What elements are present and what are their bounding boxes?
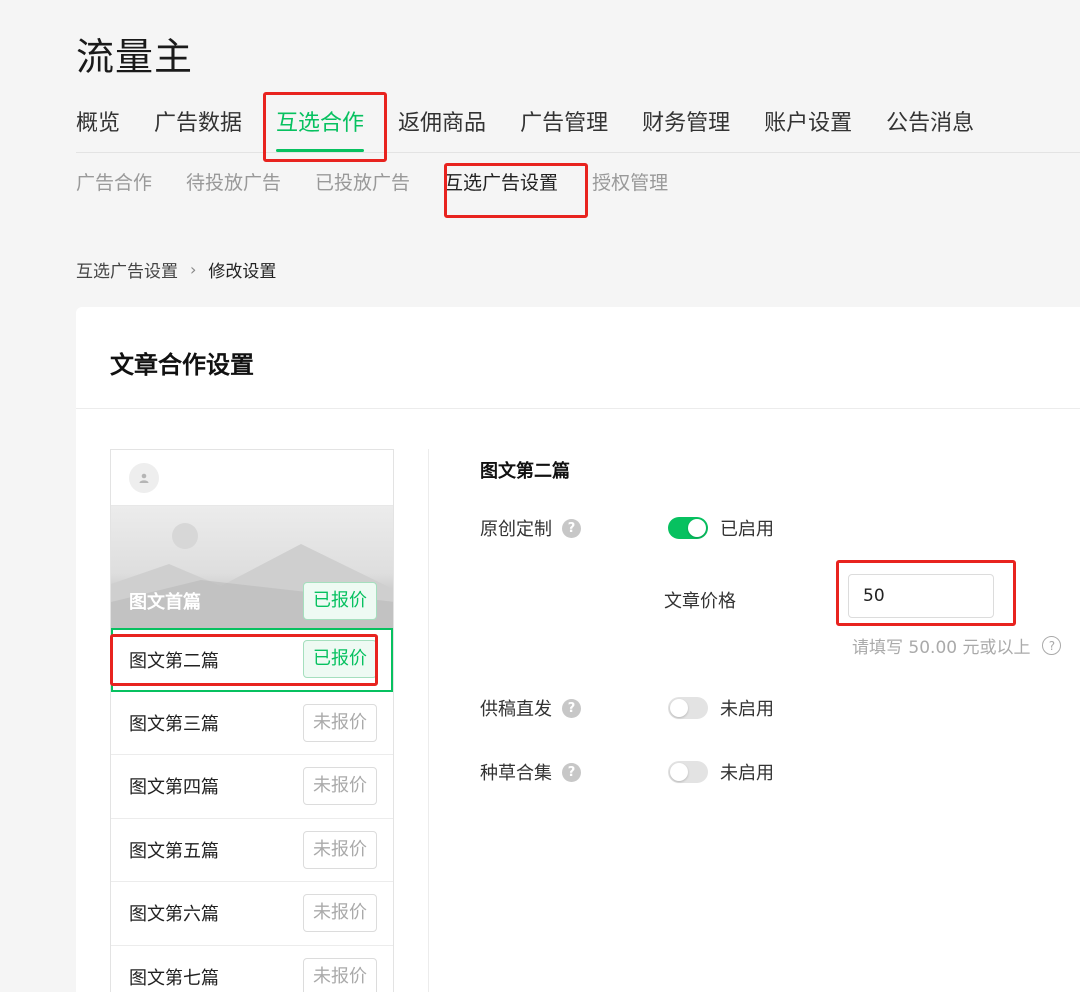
- article-row-title: 图文第二篇: [129, 650, 219, 672]
- article-row-title: 图文第六篇: [129, 904, 219, 926]
- tab-account-settings[interactable]: 账户设置: [764, 106, 852, 152]
- cover-article[interactable]: 图文首篇 已报价: [111, 506, 393, 628]
- article-row-title: 图文第三篇: [129, 713, 219, 735]
- quote-status-badge: 未报价: [303, 703, 377, 742]
- help-icon[interactable]: ?: [1042, 636, 1062, 655]
- direct-publish-status: 未启用: [720, 699, 774, 720]
- subtab-mutual-ad-settings[interactable]: 互选广告设置: [444, 168, 558, 198]
- help-icon[interactable]: ?: [562, 518, 581, 538]
- tab-announcements[interactable]: 公告消息: [886, 106, 974, 152]
- toggle-knob: [670, 699, 688, 717]
- direct-publish-row: 供稿直发 ? 未启用: [480, 695, 774, 721]
- grass-collection-label: 种草合集: [480, 763, 552, 784]
- tab-mutual-cooperation[interactable]: 互选合作: [276, 106, 365, 152]
- app-title: 流量主: [76, 35, 194, 79]
- card-divider: [76, 408, 1080, 409]
- tab-finance[interactable]: 财务管理: [642, 106, 730, 152]
- column-divider: [428, 449, 429, 992]
- breadcrumb-current: 修改设置: [208, 262, 277, 282]
- article-row-7[interactable]: 图文第七篇 未报价: [111, 946, 393, 992]
- article-row-title: 图文第四篇: [129, 777, 219, 799]
- quote-status-badge: 未报价: [303, 767, 377, 805]
- direct-publish-label: 供稿直发: [480, 699, 552, 720]
- tab-ad-management[interactable]: 广告管理: [520, 106, 608, 152]
- grass-collection-label-wrap: 种草合集 ?: [480, 759, 668, 785]
- article-price-label: 文章价格: [664, 591, 736, 612]
- toggle-knob: [670, 763, 688, 781]
- settings-card: 文章合作设置 图文首篇 已报价 图文第二篇 已报价 图文第三篇 未报价 图文第四…: [76, 307, 1080, 992]
- grass-collection-row: 种草合集 ? 未启用: [480, 759, 774, 785]
- grass-collection-toggle[interactable]: [668, 761, 708, 783]
- article-row-5[interactable]: 图文第五篇 未报价: [111, 819, 393, 882]
- card-title: 文章合作设置: [110, 351, 254, 379]
- help-icon[interactable]: ?: [562, 698, 581, 718]
- avatar: [129, 462, 159, 493]
- article-row-3[interactable]: 图文第三篇 未报价: [111, 692, 393, 755]
- article-row-title: 图文第七篇: [129, 967, 219, 989]
- direct-publish-toggle[interactable]: [668, 697, 708, 719]
- quote-status-badge: 已报价: [303, 640, 377, 678]
- original-custom-label-wrap: 原创定制 ?: [480, 515, 668, 541]
- tab-overview[interactable]: 概览: [76, 106, 120, 152]
- breadcrumb: 互选广告设置 › 修改设置: [76, 257, 276, 282]
- quote-status-badge: 未报价: [303, 957, 377, 992]
- quote-status-badge: 未报价: [303, 830, 377, 869]
- grass-collection-status: 未启用: [720, 763, 774, 784]
- tab-ad-data[interactable]: 广告数据: [154, 106, 242, 152]
- article-price-input[interactable]: [848, 574, 994, 618]
- article-preview: 图文首篇 已报价 图文第二篇 已报价 图文第三篇 未报价 图文第四篇 未报价 图…: [110, 449, 394, 992]
- quote-status-badge: 未报价: [303, 894, 377, 932]
- breadcrumb-separator-icon: ›: [190, 260, 197, 279]
- original-custom-label: 原创定制: [480, 519, 552, 540]
- article-row-6[interactable]: 图文第六篇 未报价: [111, 882, 393, 946]
- help-icon[interactable]: ?: [562, 762, 581, 782]
- direct-publish-label-wrap: 供稿直发 ?: [480, 695, 668, 721]
- subtab-authorization[interactable]: 授权管理: [592, 168, 668, 198]
- subtab-ad-cooperation[interactable]: 广告合作: [76, 168, 152, 198]
- article-row-title: 图文第五篇: [129, 840, 219, 862]
- nav-divider: [76, 152, 1080, 153]
- article-row-4[interactable]: 图文第四篇 未报价: [111, 755, 393, 819]
- subtab-delivered-ads[interactable]: 已投放广告: [315, 168, 410, 198]
- price-hint-text: 请填写 50.00 元或以上: [852, 638, 1031, 658]
- user-icon: [139, 473, 149, 483]
- preview-header: [111, 450, 393, 506]
- cover-article-title: 图文首篇: [129, 592, 201, 613]
- original-custom-status: 已启用: [720, 519, 774, 540]
- toggle-knob: [688, 519, 706, 537]
- original-custom-row: 原创定制 ? 已启用: [480, 515, 774, 541]
- main-nav: 概览 广告数据 互选合作 返佣商品 广告管理 财务管理 账户设置 公告消息: [76, 106, 1008, 152]
- breadcrumb-parent[interactable]: 互选广告设置: [76, 257, 178, 282]
- tab-rebate-goods[interactable]: 返佣商品: [398, 106, 486, 152]
- original-custom-toggle[interactable]: [668, 517, 708, 539]
- article-price-hint: 请填写 50.00 元或以上 ?: [852, 633, 1062, 658]
- article-row-2[interactable]: 图文第二篇 已报价: [111, 628, 393, 692]
- form-title: 图文第二篇: [480, 461, 570, 482]
- cover-quote-status: 已报价: [303, 582, 377, 620]
- sub-nav: 广告合作 待投放广告 已投放广告 互选广告设置 授权管理: [76, 168, 702, 198]
- subtab-pending-ads[interactable]: 待投放广告: [186, 168, 281, 198]
